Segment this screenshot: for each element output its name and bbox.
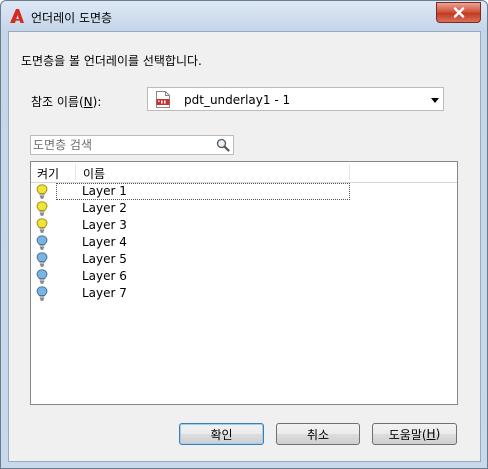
help-label-pre: 도움말( [388,427,427,442]
layer-name: Layer 5 [82,252,127,266]
autocad-logo-icon [10,9,24,23]
magnifier-icon[interactable] [216,138,230,152]
lightbulb-on-icon[interactable] [36,201,48,216]
reference-label-post: ): [92,95,102,109]
layer-row[interactable]: Layer 3 [31,217,457,234]
list-header: 켜기 이름 [31,162,457,183]
layer-search-box[interactable] [30,135,234,155]
layer-row[interactable]: Layer 2 [31,200,457,217]
layer-name: Layer 4 [82,235,127,249]
help-label-key: H [426,427,436,441]
reference-name-label: 참조 이름(N): [31,93,101,110]
ok-button[interactable]: 확인 [179,423,264,445]
window-title: 언더레이 도면층 [31,11,113,25]
layer-name: Layer 1 [82,184,127,198]
layer-row[interactable]: Layer 1 [31,183,457,200]
instruction-text: 도면층을 볼 언더레이를 선택합니다. [21,54,202,68]
layer-name: Layer 7 [82,286,127,300]
lightbulb-on-icon[interactable] [36,218,48,233]
column-header-name[interactable]: 이름 [83,165,105,182]
close-button[interactable] [436,2,481,23]
layer-list[interactable]: 켜기 이름 Layer 1 Layer 2 Layer 3 Layer 4 Layer … [30,161,458,405]
lightbulb-off-icon[interactable] [36,286,48,301]
pdf-file-icon [156,91,170,108]
chevron-down-icon[interactable] [431,98,439,103]
close-icon [453,7,464,18]
layer-row[interactable]: Layer 6 [31,268,457,285]
lightbulb-on-icon[interactable] [36,184,48,199]
reference-label-key: N [83,95,93,109]
column-divider[interactable] [75,164,76,180]
title-bar[interactable]: 언더레이 도면층 [1,1,487,31]
column-header-on[interactable]: 켜기 [37,165,59,182]
cancel-button-label: 취소 [306,427,330,442]
help-label-post: ) [435,427,441,441]
help-button[interactable]: 도움말(H) [372,423,457,445]
layer-name: Layer 3 [82,218,127,232]
layer-name: Layer 2 [82,201,127,215]
cancel-button[interactable]: 취소 [276,423,360,445]
ok-button-label: 확인 [210,427,233,442]
lightbulb-off-icon[interactable] [36,235,48,250]
layer-search-input[interactable] [33,137,211,153]
layer-row[interactable]: Layer 7 [31,285,457,302]
reference-name-dropdown[interactable]: pdt_underlay1 - 1 [147,87,444,111]
lightbulb-off-icon[interactable] [36,252,48,267]
layer-row[interactable]: Layer 4 [31,234,457,251]
lightbulb-off-icon[interactable] [36,269,48,284]
reference-name-value: pdt_underlay1 - 1 [184,93,291,107]
layer-row[interactable]: Layer 5 [31,251,457,268]
layer-name: Layer 6 [82,269,127,283]
reference-label-pre: 참조 이름( [31,95,84,109]
layer-rows: Layer 1 Layer 2 Layer 3 Layer 4 Layer 5 Layer… [31,183,457,302]
column-divider[interactable] [349,164,350,180]
